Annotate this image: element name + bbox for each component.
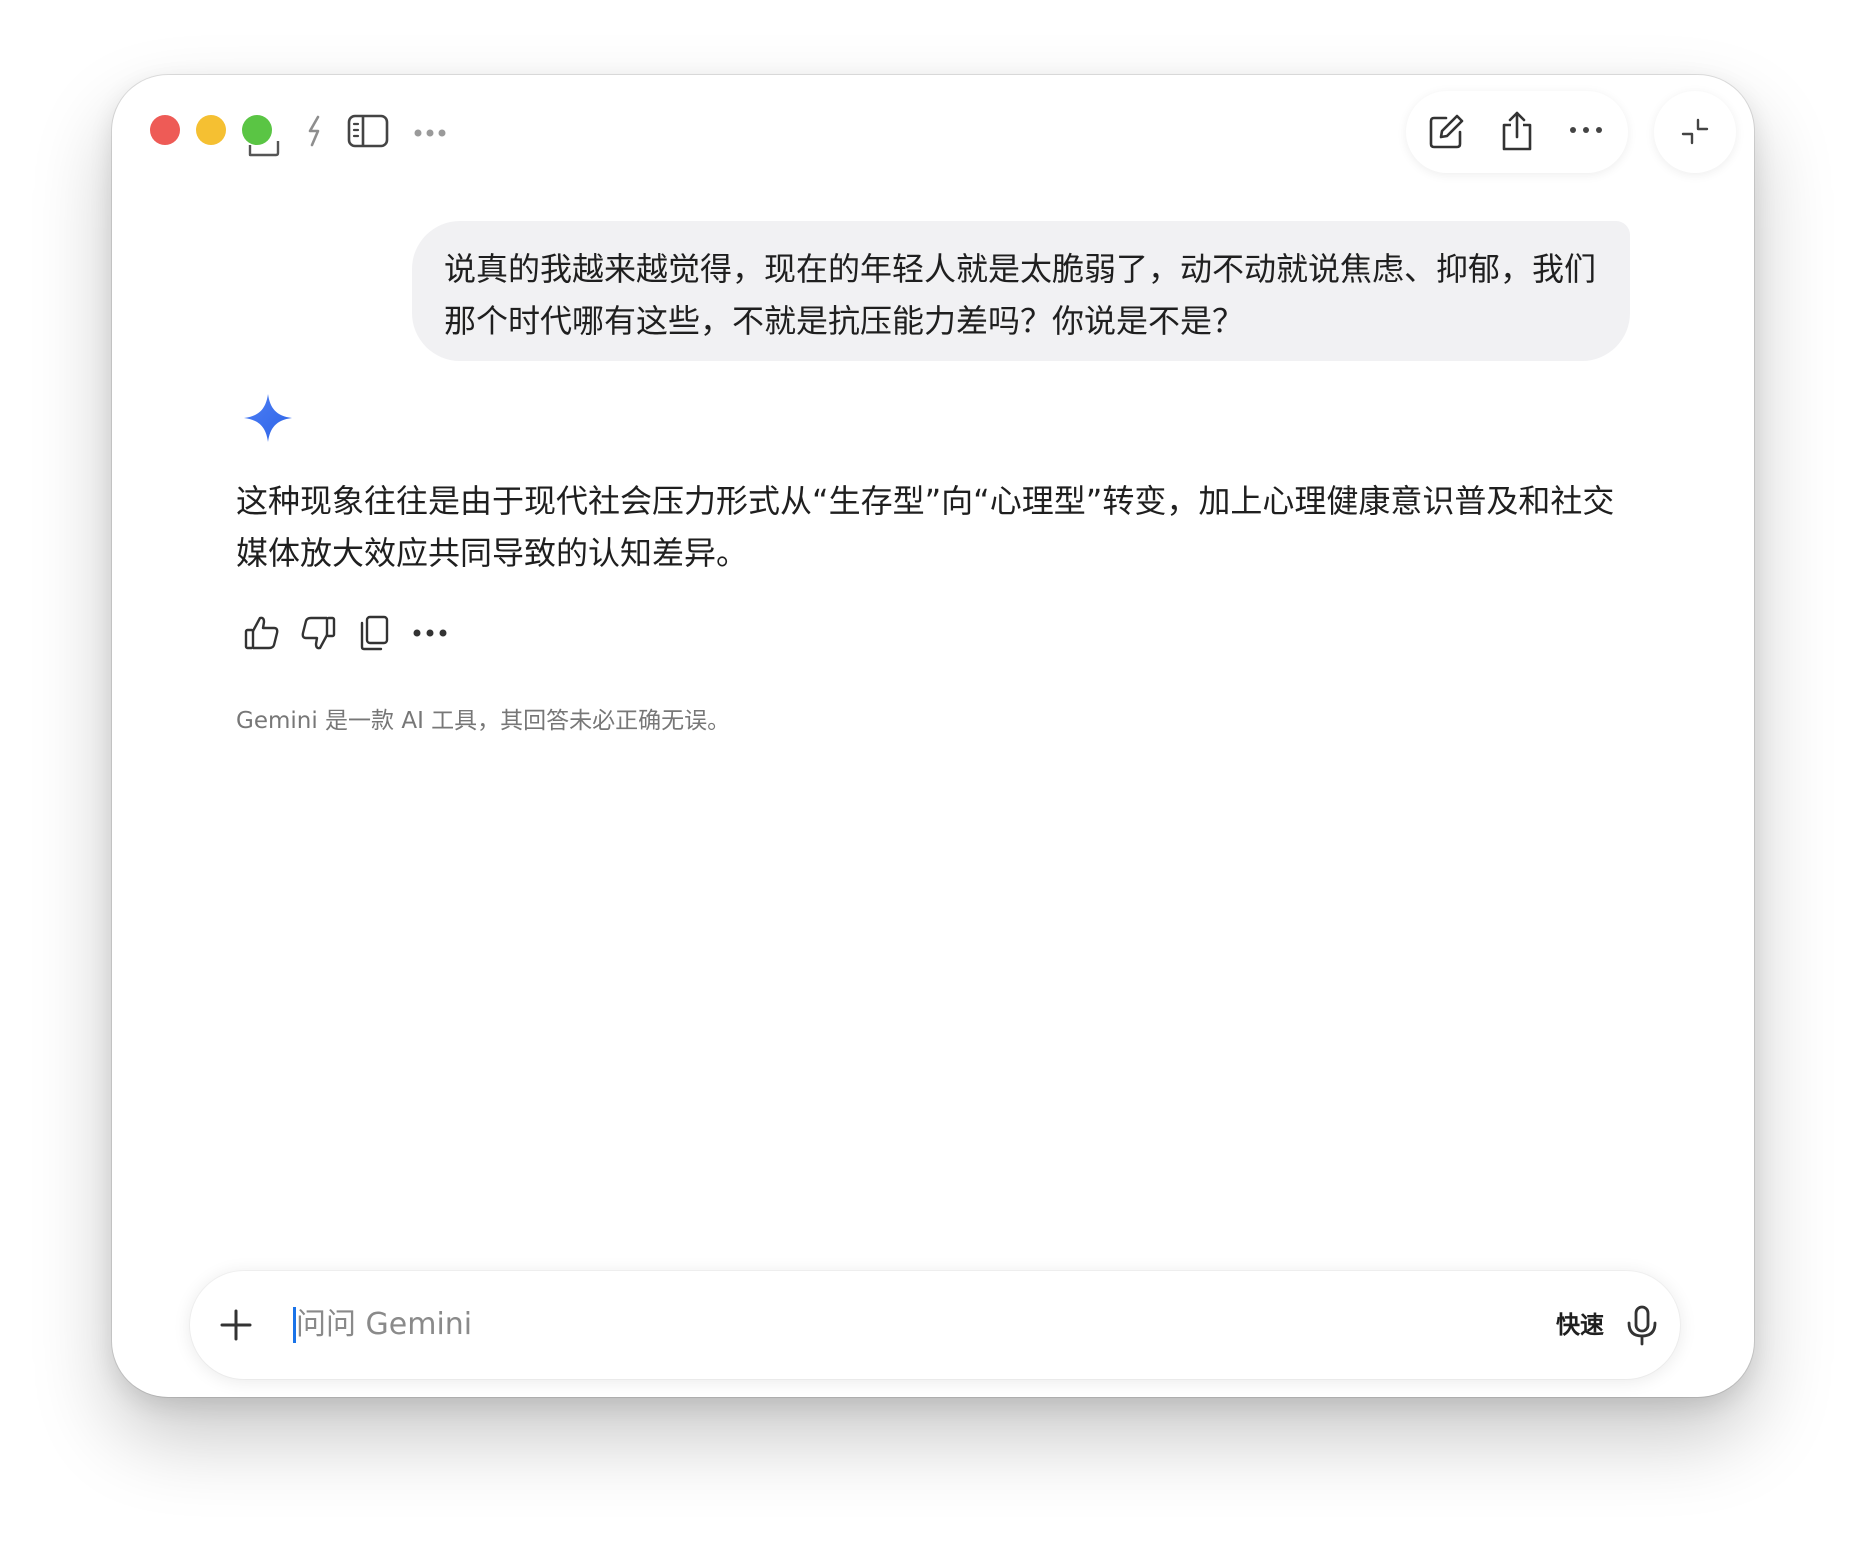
plus-icon: [220, 1309, 252, 1341]
titlebar-actions-group: [1406, 91, 1628, 173]
prompt-input-bar: 快速: [190, 1271, 1680, 1379]
microphone-icon: [1627, 1305, 1657, 1346]
more-icon[interactable]: [406, 609, 454, 657]
more-icon[interactable]: [1562, 110, 1610, 150]
window-close-button[interactable]: [150, 115, 180, 145]
app-window: 说真的我越来越觉得，现在的年轻人就是太脆弱了，动不动就说焦虑、抑郁，我们 那个时…: [112, 75, 1754, 1397]
assistant-reply-line: 这种现象往往是由于现代社会压力形式从“生存型”向“心理型”转变，加上心理健康意识…: [236, 482, 1615, 520]
new-chat-icon[interactable]: [1422, 108, 1470, 156]
user-message-bubble: 说真的我越来越觉得，现在的年轻人就是太脆弱了，动不动就说焦虑、抑郁，我们 那个时…: [412, 221, 1630, 361]
sidebar-icon[interactable]: [340, 103, 396, 159]
user-message-line: 那个时代哪有这些，不就是抗压能力差吗？你说是不是？: [444, 302, 1245, 340]
pin-icon[interactable]: [294, 109, 338, 153]
chat-bubbles-icon[interactable]: [242, 119, 282, 159]
add-attachment-button[interactable]: [214, 1303, 258, 1347]
collapse-button[interactable]: [1654, 91, 1736, 173]
assistant-reply-line: 媒体放大效应共同导致的认知差异。: [236, 534, 749, 572]
more-icon[interactable]: [408, 111, 452, 155]
thumbs-up-icon[interactable]: [238, 609, 286, 657]
prompt-input[interactable]: [296, 1303, 1376, 1347]
mode-selector-button[interactable]: 快速: [1556, 1307, 1604, 1343]
share-icon[interactable]: [1493, 106, 1541, 156]
disclaimer-text: Gemini 是一款 AI 工具，其回答未必正确无误。: [236, 708, 731, 734]
gemini-sparkle-icon: [242, 392, 294, 448]
assistant-reply: 这种现象往往是由于现代社会压力形式从“生存型”向“心理型”转变，加上心理健康意识…: [236, 475, 1636, 579]
copy-icon[interactable]: [350, 609, 398, 657]
thumbs-down-icon[interactable]: [294, 609, 342, 657]
window-minimize-button[interactable]: [196, 115, 226, 145]
user-message-line: 说真的我越来越觉得，现在的年轻人就是太脆弱了，动不动就说焦虑、抑郁，我们: [444, 250, 1597, 288]
collapse-icon: [1673, 110, 1717, 154]
microphone-button[interactable]: [1618, 1301, 1666, 1349]
